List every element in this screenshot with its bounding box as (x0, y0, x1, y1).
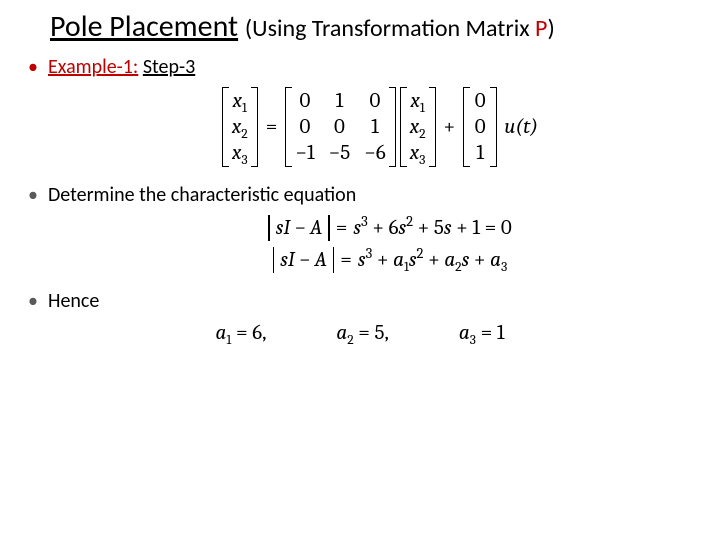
coef-a3: a3 = 1 (459, 321, 505, 345)
a-matrix: 010 001 −1−5−6 (285, 87, 395, 167)
bullet-determine: Determine the characteristic equation (20, 183, 700, 207)
slide-title: Pole Placement (Using Transformation Mat… (50, 8, 700, 45)
coef-a2: a2 = 5, (336, 321, 388, 345)
b-vector: 0 0 1 (463, 87, 497, 167)
characteristic-equations: sI − A = s3 + 6s2 + 5s + 1 = 0 sI − A = … (80, 215, 700, 273)
x-vector-left: x1 x2 x3 (222, 87, 258, 167)
bullet-example-step: Example-1: Step-3 (20, 55, 700, 79)
x-vector-right: x1 x2 x3 (400, 87, 436, 167)
bullet-hence: Hence (20, 289, 700, 313)
state-space-equation: x1 x2 x3 = 010 001 −1−5−6 x1 x2 x3 (60, 87, 700, 167)
coef-a1: a1 = 6, (216, 321, 267, 345)
char-eq-numeric: sI − A = s3 + 6s2 + 5s + 1 = 0 (80, 215, 700, 241)
input-u: u(t) (504, 115, 538, 139)
char-eq-symbolic: sI − A = s3 + a1s2 + a2s + a3 (80, 247, 700, 273)
title-main: Pole Placement (50, 8, 238, 45)
coefficient-values: a1 = 6, a2 = 5, a3 = 1 (20, 321, 700, 345)
title-subtitle: (Using Transformation Matrix P) (245, 14, 555, 43)
